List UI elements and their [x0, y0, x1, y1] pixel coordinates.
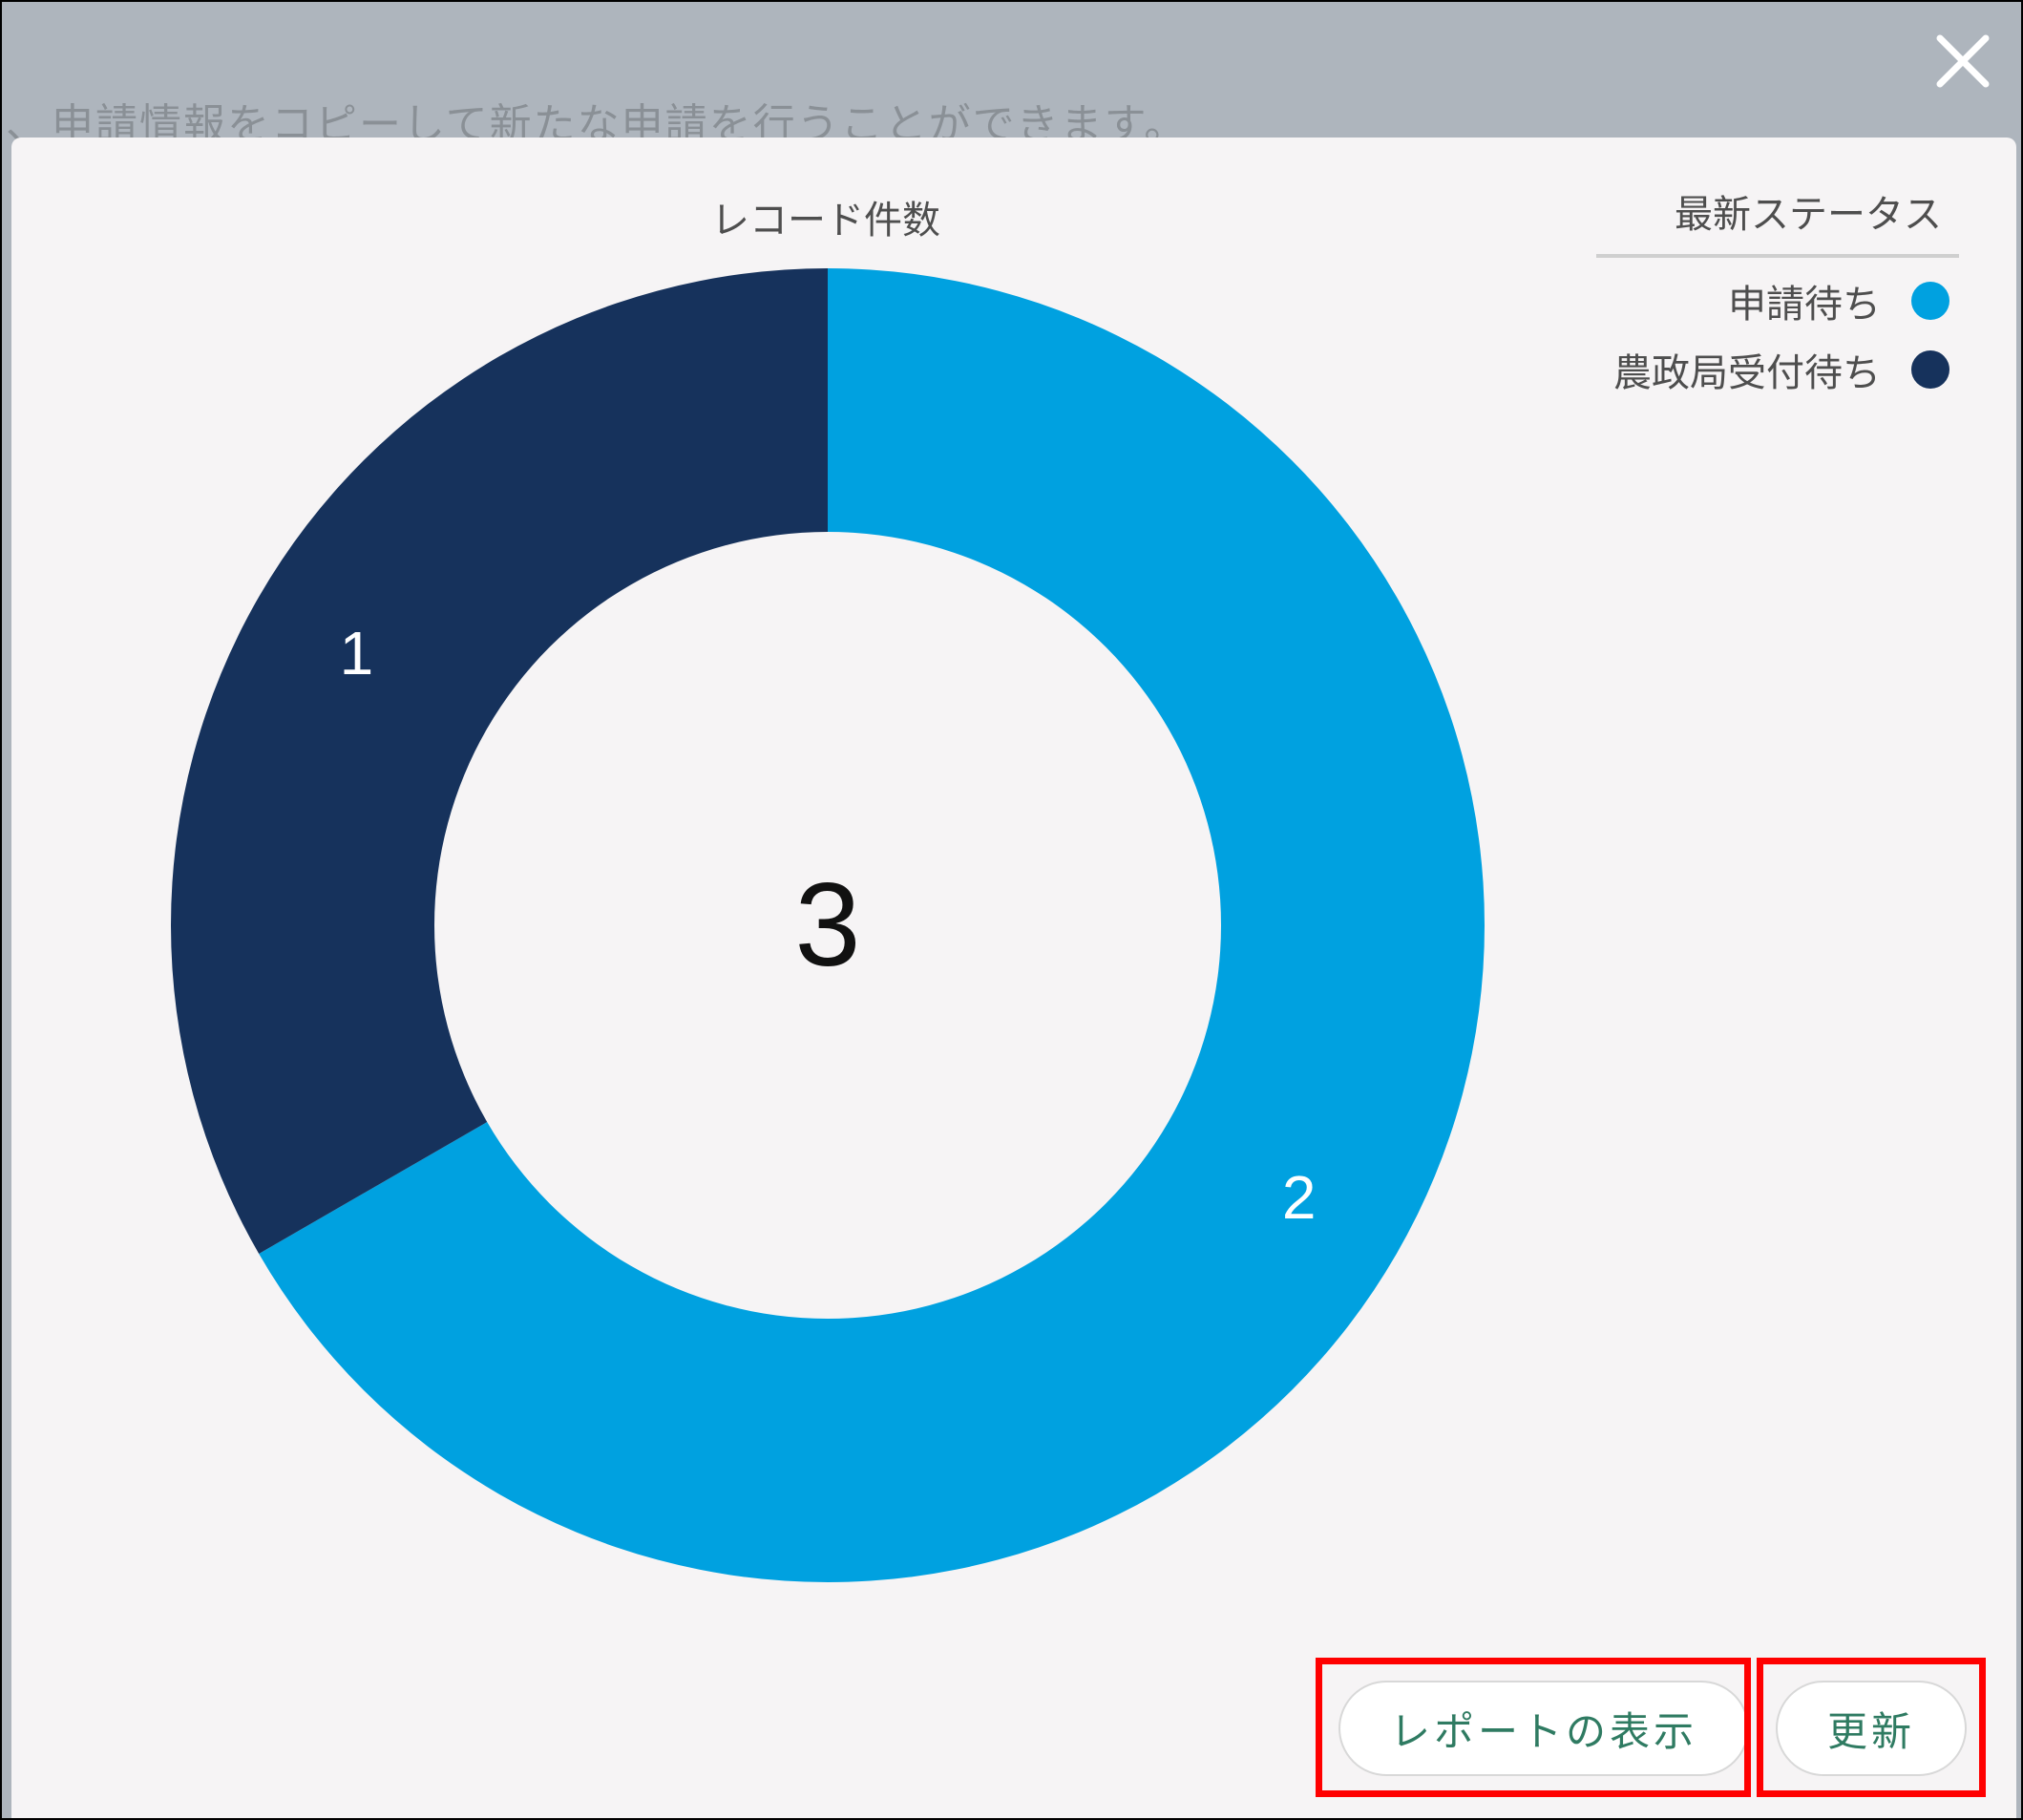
legend-dot — [1911, 282, 1949, 320]
chart-title: レコード件数 — [711, 199, 940, 243]
legend-label: 農政局受付待ち — [1613, 351, 1881, 395]
close-icon — [1936, 34, 1990, 88]
view-report-button[interactable]: レポートの表示 — [1338, 1681, 1749, 1776]
refresh-button[interactable]: 更新 — [1776, 1681, 1967, 1776]
slice-value-label-1: 1 — [340, 619, 374, 688]
close-button[interactable] — [1932, 31, 1993, 92]
slice-value-label-0: 2 — [1282, 1163, 1317, 1232]
legend-title: 最新ステータス — [1596, 183, 1959, 258]
legend-label: 申請待ち — [1728, 283, 1881, 327]
screenshot-frame: 、 申請情報をコピーして新たな申請を行うことができます。 213 レコード件数 … — [0, 0, 2023, 1820]
legend-dot — [1911, 350, 1949, 389]
legend-item-0[interactable]: 申請待ち — [1596, 275, 1959, 327]
chart-legend: 最新ステータス 申請待ち 農政局受付待ち — [1596, 183, 1959, 395]
donut-center-total: 3 — [795, 859, 861, 991]
chart-panel: 213 レコード件数 最新ステータス 申請待ち 農政局受付待ち レポートの表示 … — [11, 138, 2016, 1818]
donut-slice-1[interactable] — [171, 268, 828, 1254]
legend-item-1[interactable]: 農政局受付待ち — [1596, 344, 1959, 395]
